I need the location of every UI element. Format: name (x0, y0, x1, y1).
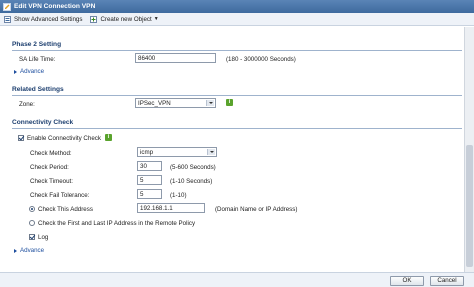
phase2-advance-link[interactable]: Advance (14, 68, 44, 75)
scrollbar-thumb[interactable] (466, 145, 473, 267)
sa-life-time-input[interactable] (135, 53, 216, 63)
cancel-button[interactable]: Cancel (430, 276, 464, 286)
section-divider (12, 50, 462, 51)
check-method-select[interactable]: icmp (137, 147, 217, 157)
vertical-scrollbar[interactable] (464, 27, 474, 272)
enable-connectivity-check-checkbox[interactable] (18, 135, 24, 141)
toolbar: Show Advanced Settings Create new Object… (0, 13, 474, 26)
section-divider (12, 95, 462, 96)
create-new-object-button[interactable]: Create new Object ▼ (90, 15, 159, 23)
expand-arrow-icon (14, 248, 17, 253)
log-checkbox[interactable] (29, 234, 35, 240)
check-this-address-radio[interactable] (29, 206, 35, 212)
connectivity-advance-link[interactable]: Advance (14, 247, 44, 254)
connectivity-section-title: Connectivity Check (12, 119, 74, 126)
check-period-label: Check Period: (30, 164, 69, 171)
check-fail-tolerance-label: Check Fail Tolerance: (30, 192, 90, 199)
advance-label: Advance (20, 247, 45, 254)
check-period-hint: (5-600 Seconds) (170, 164, 216, 171)
check-this-address-label: Check This Address (38, 206, 93, 213)
advance-label: Advance (20, 68, 45, 75)
dialog-footer: OK Cancel (0, 272, 474, 287)
sa-life-time-hint: (180 - 3000000 Seconds) (226, 56, 296, 63)
zone-label: Zone: (19, 101, 35, 108)
check-method-label: Check Method: (30, 150, 72, 157)
check-first-last-ip-label: Check the First and Last IP Address in t… (38, 220, 196, 227)
chevron-down-icon (206, 100, 214, 106)
create-new-object-label: Create new Object (100, 15, 152, 23)
dialog-content: Phase 2 Setting SA Life Time: (180 - 300… (0, 27, 464, 272)
show-advanced-settings-button[interactable]: Show Advanced Settings (4, 15, 83, 23)
settings-list-icon (4, 15, 11, 23)
chevron-down-icon (207, 149, 215, 155)
dropdown-arrow-icon: ▼ (153, 16, 159, 22)
phase2-section-title: Phase 2 Setting (12, 41, 62, 48)
check-first-last-ip-radio[interactable] (29, 220, 35, 226)
check-fail-tolerance-input[interactable] (137, 189, 162, 199)
check-address-input[interactable] (137, 203, 205, 213)
check-timeout-input[interactable] (137, 175, 162, 185)
enable-connectivity-check-label: Enable Connectivity Check (27, 135, 101, 142)
info-icon[interactable]: i (226, 99, 233, 106)
check-timeout-hint: (1-10 Seconds) (170, 178, 213, 185)
edit-icon (3, 2, 11, 11)
zone-select[interactable]: IPSec_VPN (135, 98, 216, 108)
info-icon[interactable]: i (105, 134, 112, 141)
sa-life-time-label: SA Life Time: (19, 56, 56, 63)
zone-selected-value: IPSec_VPN (138, 99, 171, 107)
section-divider (12, 128, 462, 129)
check-timeout-label: Check Timeout: (30, 178, 73, 185)
check-address-hint: (Domain Name or IP Address) (215, 206, 298, 213)
new-object-icon (90, 15, 98, 23)
log-label: Log (38, 234, 49, 241)
check-period-input[interactable] (137, 161, 162, 171)
window-title: Edit VPN Connection VPN (14, 3, 96, 10)
window-title-bar: Edit VPN Connection VPN (0, 0, 474, 13)
check-method-selected-value: icmp (140, 148, 154, 156)
check-fail-tolerance-hint: (1-10) (170, 192, 187, 199)
related-section-title: Related Settings (12, 86, 64, 93)
expand-arrow-icon (14, 69, 17, 74)
show-advanced-settings-label: Show Advanced Settings (14, 15, 83, 23)
ok-button[interactable]: OK (390, 276, 424, 286)
